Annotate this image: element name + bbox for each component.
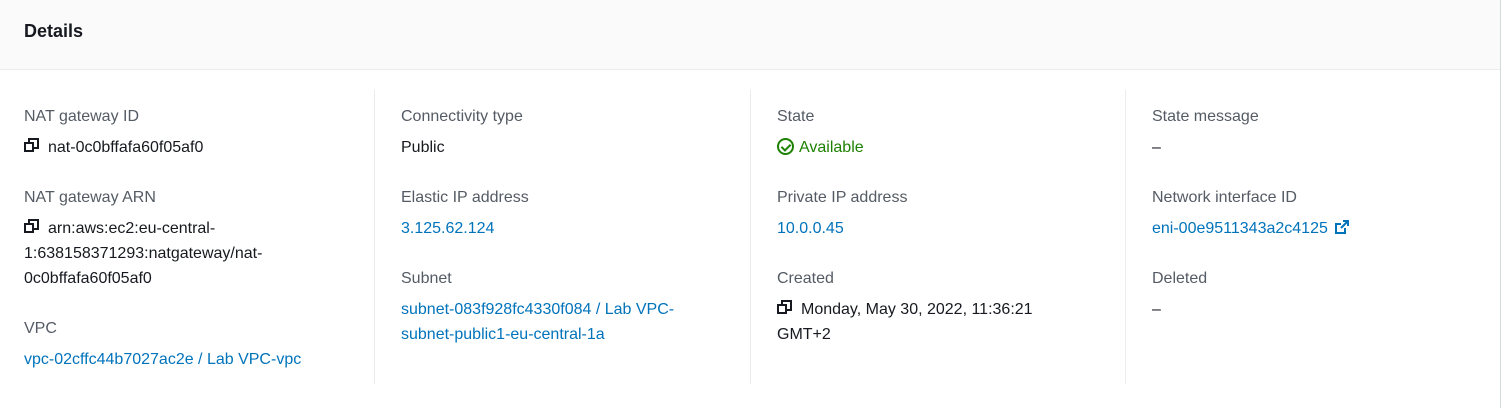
connectivity-type-value: Public: [401, 139, 445, 156]
subnet-field: Subnet subnet-083f928fc4330f084 / Lab VP…: [401, 266, 741, 347]
elastic-ip-link[interactable]: 3.125.62.124: [401, 216, 529, 241]
state-field: State Available: [777, 104, 864, 160]
copy-icon[interactable]: [24, 219, 40, 235]
nat-gateway-id-value: nat-0c0bffafa60f05af0: [48, 139, 204, 156]
deleted-field: Deleted –: [1152, 266, 1207, 322]
arn-line-1: arn:aws:ec2:eu-central-: [48, 220, 216, 237]
field-value: nat-0c0bffafa60f05af0: [24, 135, 203, 160]
state-message-field: State message –: [1152, 104, 1259, 160]
field-label: Subnet: [401, 270, 452, 287]
field-value: Monday, May 30, 2022, 11:36:21 GMT+2: [777, 297, 1097, 347]
field-label: Elastic IP address: [401, 189, 529, 206]
details-grid: NAT gateway ID nat-0c0bffafa60f05af0 NAT…: [0, 86, 1501, 384]
state-message-value: –: [1152, 139, 1161, 156]
private-ip-link[interactable]: 10.0.0.45: [777, 216, 907, 241]
vpc-link[interactable]: vpc-02cffc44b7027ac2e / Lab VPC-vpc: [24, 347, 301, 372]
field-label: Connectivity type: [401, 108, 523, 125]
details-panel: Details NAT gateway ID nat-0c0bffafa60f0…: [0, 0, 1501, 408]
created-line-1: Monday, May 30, 2022, 11:36:21: [801, 301, 1033, 318]
field-label: State: [777, 108, 815, 125]
created-line-2: GMT+2: [777, 326, 831, 343]
vpc-field: VPC vpc-02cffc44b7027ac2e / Lab VPC-vpc: [24, 316, 301, 372]
copy-icon[interactable]: [24, 138, 40, 154]
details-column-1: NAT gateway ID nat-0c0bffafa60f05af0 NAT…: [24, 90, 374, 384]
field-value: arn:aws:ec2:eu-central- 1:638158371293:n…: [24, 216, 354, 291]
deleted-value: –: [1152, 301, 1161, 318]
field-label: VPC: [24, 320, 57, 337]
panel-title: Details: [24, 21, 84, 41]
network-interface-link[interactable]: eni-00e9511343a2c4125: [1152, 220, 1328, 237]
details-column-2: Connectivity type Public Elastic IP addr…: [374, 90, 750, 384]
state-text: Available: [799, 139, 864, 156]
arn-line-2: 1:638158371293:natgateway/nat-: [24, 245, 263, 262]
network-interface-field: Network interface ID eni-00e9511343a2c41…: [1152, 185, 1350, 241]
state-value: Available: [777, 135, 864, 160]
elastic-ip-field: Elastic IP address 3.125.62.124: [401, 185, 529, 241]
status-positive-icon: [777, 138, 794, 155]
field-label: Network interface ID: [1152, 189, 1297, 206]
subnet-link[interactable]: subnet-083f928fc4330f084 / Lab VPC- subn…: [401, 297, 741, 347]
field-label: Private IP address: [777, 189, 908, 206]
field-label: Created: [777, 270, 834, 287]
connectivity-type-field: Connectivity type Public: [401, 104, 523, 160]
panel-header: Details: [0, 0, 1500, 70]
field-label: NAT gateway ID: [24, 108, 140, 125]
subnet-line-1: subnet-083f928fc4330f084 / Lab VPC-: [401, 301, 675, 318]
details-column-3: State Available Private IP address 10.0.…: [750, 90, 1125, 384]
details-column-4: State message – Network interface ID eni…: [1125, 90, 1501, 384]
external-link-icon[interactable]: [1334, 219, 1350, 235]
copy-icon[interactable]: [777, 300, 793, 316]
arn-line-3: 0c0bffafa60f05af0: [24, 270, 152, 287]
nat-gateway-id-field: NAT gateway ID nat-0c0bffafa60f05af0: [24, 104, 203, 160]
field-label: Deleted: [1152, 270, 1208, 287]
subnet-line-2: subnet-public1-eu-central-1a: [401, 326, 605, 343]
field-label: State message: [1152, 108, 1259, 125]
field-label: NAT gateway ARN: [24, 189, 156, 206]
private-ip-field: Private IP address 10.0.0.45: [777, 185, 907, 241]
created-field: Created Monday, May 30, 2022, 11:36:21 G…: [777, 266, 1097, 347]
field-value: eni-00e9511343a2c4125: [1152, 216, 1350, 241]
nat-gateway-arn-field: NAT gateway ARN arn:aws:ec2:eu-central- …: [24, 185, 354, 291]
